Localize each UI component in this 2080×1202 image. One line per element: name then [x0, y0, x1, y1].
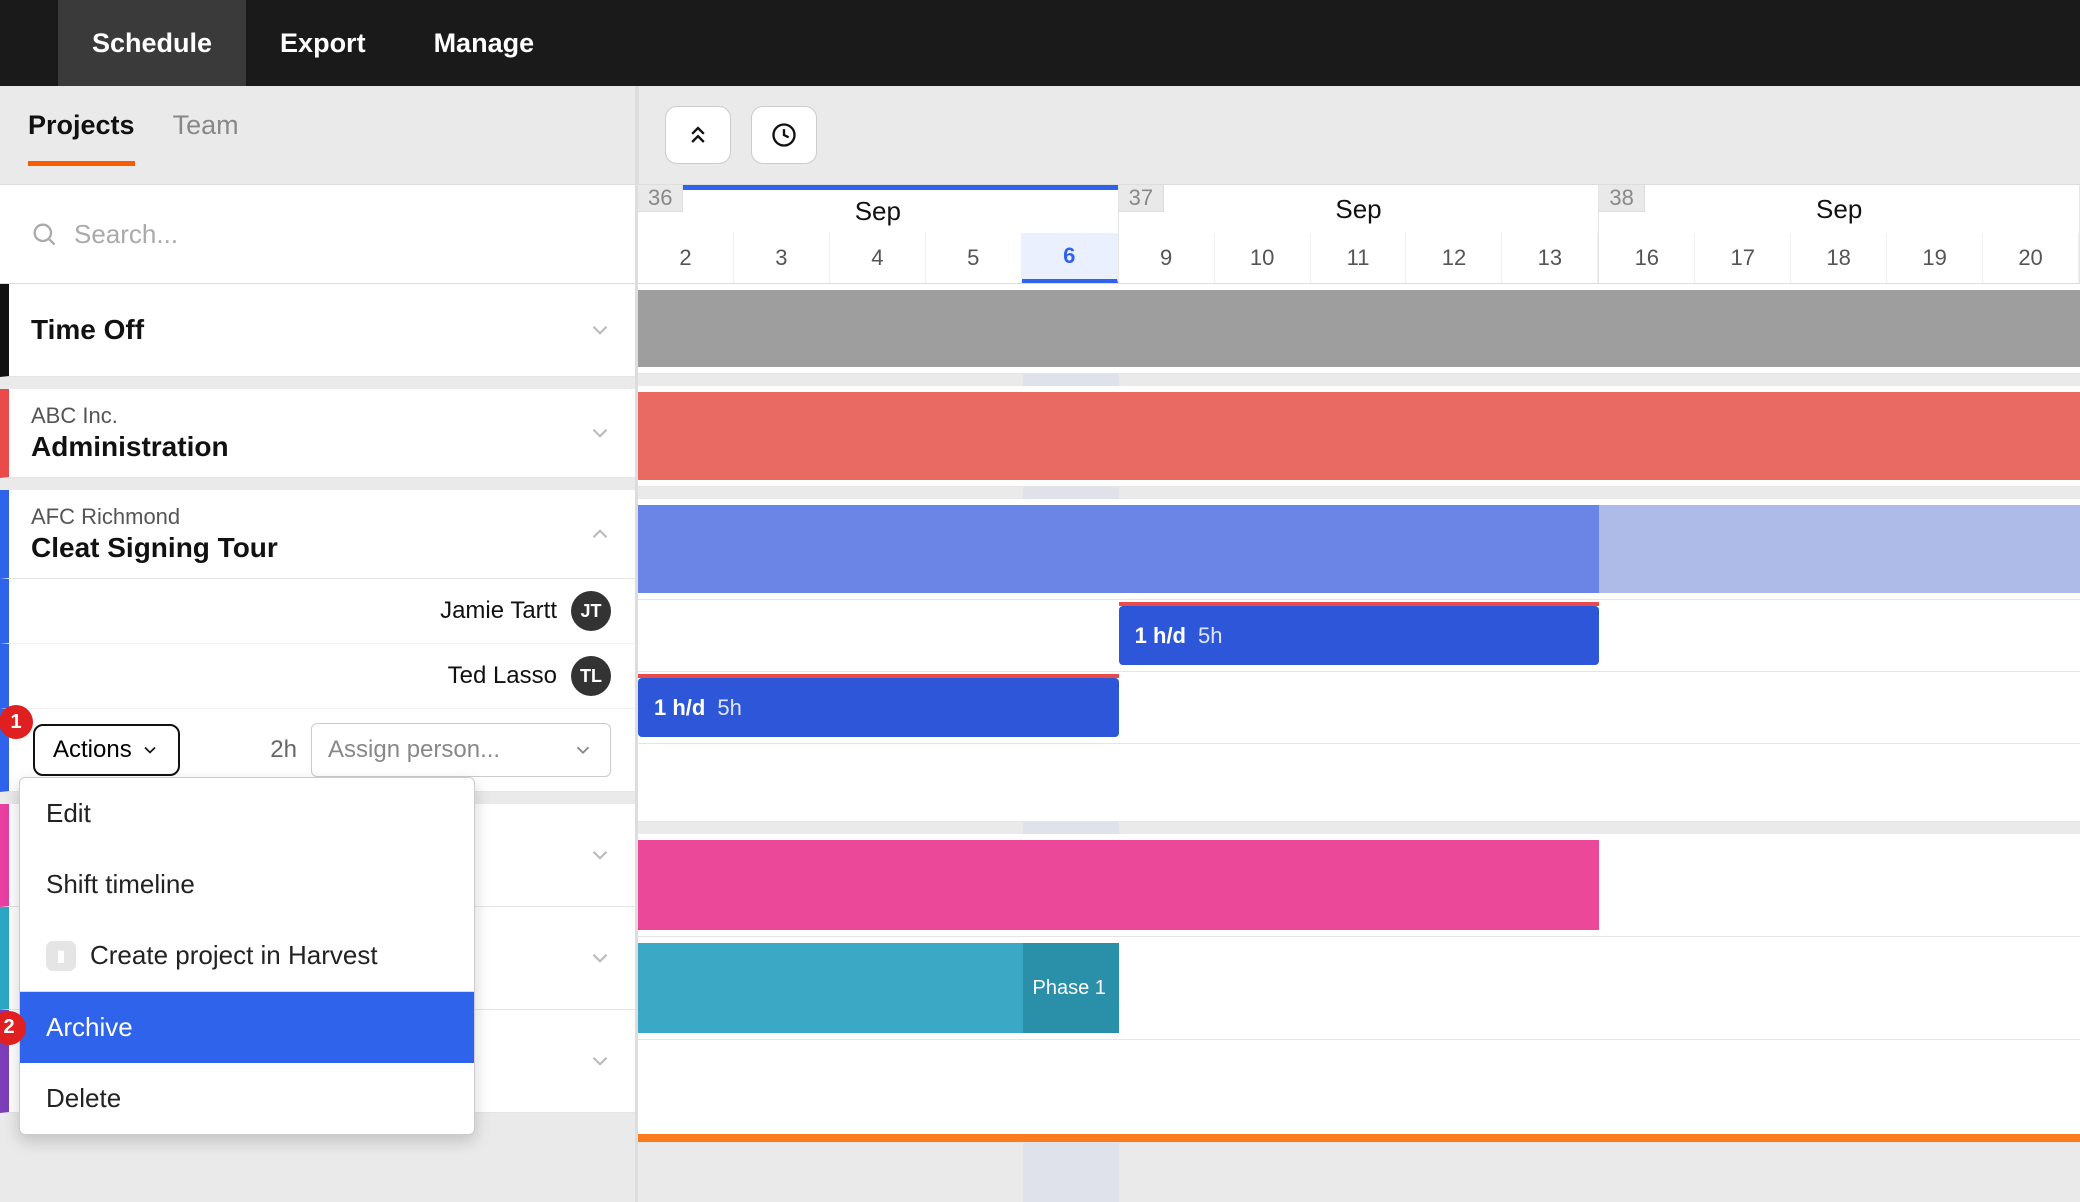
- hours-label: 2h: [270, 736, 297, 764]
- avatar: TL: [571, 656, 611, 696]
- day-header[interactable]: 11: [1311, 233, 1407, 283]
- chevron-down-icon: [140, 740, 160, 760]
- day-header[interactable]: 5: [926, 233, 1022, 283]
- project-bar[interactable]: [638, 290, 2080, 367]
- phase-label: Phase 1: [1033, 977, 1106, 1000]
- chevron-down-icon: [587, 842, 613, 868]
- chevron-down-icon: [572, 739, 594, 761]
- annotation-badge-2: 2: [0, 1011, 26, 1045]
- project-bar[interactable]: [638, 392, 2080, 480]
- day-header[interactable]: 17: [1695, 233, 1791, 283]
- menu-item-shift-timeline[interactable]: Shift timeline: [20, 849, 474, 920]
- project-bar[interactable]: [1599, 505, 2080, 593]
- allocation-bar[interactable]: 1 h/d 5h: [638, 678, 1119, 737]
- time-mode-button[interactable]: [751, 106, 817, 164]
- day-header[interactable]: 13: [1502, 233, 1598, 283]
- project-name: Time Off: [31, 298, 587, 362]
- person-name: Jamie Tartt: [440, 597, 557, 625]
- week-month: Sep: [1119, 185, 1599, 233]
- avatar: JT: [571, 591, 611, 631]
- top-nav: Schedule Export Manage: [0, 0, 2080, 86]
- over-capacity-indicator: [638, 674, 1119, 678]
- search-icon: [30, 220, 58, 248]
- side-tab-team[interactable]: Team: [173, 110, 239, 161]
- phase-bar[interactable]: Phase 1: [1023, 943, 1119, 1033]
- week-number: 38: [1599, 185, 1644, 212]
- project-row-administration[interactable]: ABC Inc. Administration: [0, 389, 635, 478]
- week-number: 37: [1119, 185, 1164, 212]
- chevron-down-icon: [587, 317, 613, 343]
- calendar-grid[interactable]: 1 h/d 5h 1 h/d 5h: [637, 284, 2080, 1202]
- day-header[interactable]: 16: [1599, 233, 1695, 283]
- nav-tab-export[interactable]: Export: [246, 0, 400, 86]
- person-name: Ted Lasso: [448, 662, 557, 690]
- assign-person-select[interactable]: Assign person...: [311, 723, 611, 777]
- menu-item-create-in-harvest[interactable]: ▮ Create project in Harvest: [20, 920, 474, 991]
- project-name: Administration: [31, 431, 587, 463]
- week-month: Sep: [1599, 185, 2079, 233]
- project-bar[interactable]: [638, 505, 1599, 593]
- week-month: Sep: [638, 185, 1118, 233]
- day-header[interactable]: 3: [734, 233, 830, 283]
- project-bar[interactable]: [638, 840, 1599, 930]
- clock-icon: [770, 121, 798, 149]
- project-client: ABC Inc.: [31, 403, 587, 429]
- project-bar[interactable]: [638, 943, 1023, 1033]
- sidebar: Projects Team Search... Time Off ABC Inc…: [0, 86, 637, 1202]
- person-row[interactable]: Ted Lasso TL: [0, 644, 635, 709]
- actions-button[interactable]: Actions: [33, 724, 180, 776]
- alloc-total: 5h: [1198, 623, 1222, 649]
- day-header[interactable]: 18: [1791, 233, 1887, 283]
- nav-tab-schedule[interactable]: Schedule: [58, 0, 246, 86]
- day-header[interactable]: 4: [830, 233, 926, 283]
- day-header[interactable]: 12: [1406, 233, 1502, 283]
- search-placeholder: Search...: [74, 219, 178, 250]
- chevron-down-icon: [587, 945, 613, 971]
- project-client: AFC Richmond: [31, 504, 587, 530]
- timeline: 36 Sep 2 3 4 5 6 37 Sep 9 10: [637, 86, 2080, 1202]
- menu-item-delete[interactable]: Delete: [20, 1063, 474, 1134]
- menu-item-edit[interactable]: Edit: [20, 778, 474, 849]
- allocation-bar[interactable]: 1 h/d 5h: [1119, 606, 1600, 665]
- calendar-header: 36 Sep 2 3 4 5 6 37 Sep 9 10: [637, 184, 2080, 284]
- chevron-down-icon: [587, 1048, 613, 1074]
- day-header[interactable]: 19: [1887, 233, 1983, 283]
- chevrons-up-icon: [684, 121, 712, 149]
- day-header[interactable]: 20: [1983, 233, 2079, 283]
- nav-tab-manage[interactable]: Manage: [400, 0, 569, 86]
- chevron-up-icon: [587, 521, 613, 547]
- week-number: 36: [638, 185, 683, 212]
- side-tab-projects[interactable]: Projects: [28, 110, 135, 166]
- alloc-total: 5h: [717, 695, 741, 721]
- project-actions-row: 1 Actions 2h Assign person... Edit Shift…: [0, 709, 635, 792]
- day-header[interactable]: 9: [1119, 233, 1215, 283]
- person-row[interactable]: Jamie Tartt JT: [0, 579, 635, 644]
- harvest-icon: ▮: [46, 941, 76, 971]
- search-input[interactable]: Search...: [0, 184, 635, 284]
- project-row-cleat-signing[interactable]: AFC Richmond Cleat Signing Tour: [0, 490, 635, 579]
- day-header-today[interactable]: 6: [1022, 233, 1118, 283]
- project-bar[interactable]: [638, 1134, 2080, 1142]
- alloc-label: 1 h/d: [654, 695, 705, 721]
- project-row-time-off[interactable]: Time Off: [0, 284, 635, 377]
- chevron-down-icon: [587, 420, 613, 446]
- day-header[interactable]: 10: [1215, 233, 1311, 283]
- actions-dropdown: Edit Shift timeline ▮ Create project in …: [19, 777, 475, 1135]
- project-name: Cleat Signing Tour: [31, 532, 587, 564]
- annotation-badge-1: 1: [0, 705, 33, 739]
- over-capacity-indicator: [1119, 602, 1600, 606]
- day-header[interactable]: 2: [638, 233, 734, 283]
- menu-item-archive[interactable]: 2 Archive: [20, 992, 474, 1063]
- collapse-all-button[interactable]: [665, 106, 731, 164]
- alloc-label: 1 h/d: [1135, 623, 1186, 649]
